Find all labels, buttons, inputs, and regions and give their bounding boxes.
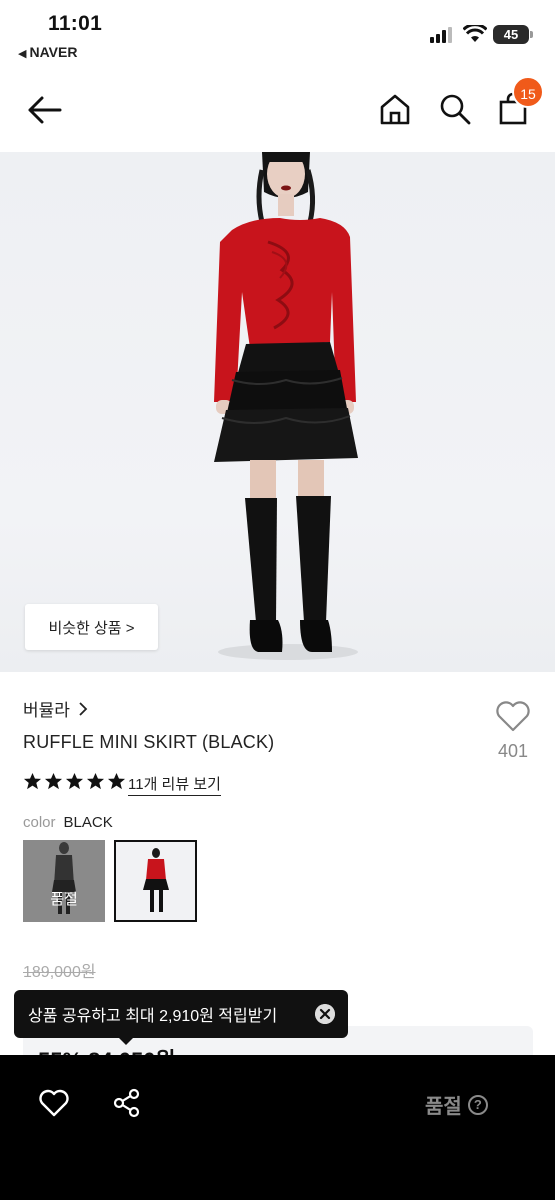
chevron-right-icon	[79, 701, 88, 716]
thumbnail-model	[143, 848, 169, 912]
close-icon[interactable]	[315, 1004, 335, 1024]
tooltip-text: 상품 공유하고 최대 2,910원 적립받기	[28, 1008, 278, 1025]
back-triangle-icon: ◀	[18, 48, 27, 60]
home-icon[interactable]	[378, 92, 412, 126]
wishlist-heart-icon[interactable]	[38, 1088, 70, 1118]
share-icon[interactable]	[112, 1088, 142, 1118]
search-icon[interactable]	[438, 92, 472, 126]
star-icon	[107, 772, 126, 790]
star-icon	[65, 772, 84, 790]
battery-indicator: 45	[493, 25, 533, 44]
product-hero-image[interactable]: 비슷한 상품 >	[0, 152, 555, 672]
soldout-buy-label: 품절	[425, 1096, 462, 1118]
color-thumbnail-soldout[interactable]: 품절	[23, 840, 105, 922]
similar-products-button[interactable]: 비슷한 상품 >	[25, 604, 158, 650]
cart-count-badge: 15	[512, 76, 544, 108]
product-name: RUFFLE MINI SKIRT (BLACK)	[23, 732, 275, 752]
soldout-buy-button[interactable]: 품절 ?	[425, 1090, 488, 1119]
rating-stars	[23, 772, 126, 791]
thumbnail-model	[23, 840, 105, 922]
status-time: 11:01	[48, 12, 103, 35]
back-arrow-icon[interactable]	[26, 92, 64, 128]
model-illustration	[214, 152, 358, 660]
brand-link[interactable]: 버뮬라	[23, 696, 88, 721]
bottom-action-bar	[0, 1055, 555, 1200]
wishlist-heart-icon[interactable]	[495, 700, 531, 732]
soldout-overlay-label: 품절	[50, 891, 78, 908]
color-row: color BLACK	[23, 814, 113, 831]
review-link[interactable]: 11개 리뷰 보기	[128, 773, 221, 796]
star-icon	[86, 772, 105, 790]
signal-icon	[430, 27, 452, 43]
back-to-app-link[interactable]: ◀ NAVER	[18, 44, 77, 60]
wifi-icon	[463, 25, 487, 42]
like-count: 401	[497, 741, 529, 761]
similar-products-label: 비슷한 상품 >	[48, 619, 135, 637]
color-label: color	[23, 814, 56, 831]
share-reward-tooltip: 상품 공유하고 최대 2,910원 적립받기	[14, 990, 348, 1038]
original-price: 189,000원	[23, 964, 96, 981]
star-icon	[23, 772, 42, 790]
product-page: 11:01 ◀ NAVER 45 15 비슷한 상품 > 버뮬라 RUFFLE …	[0, 0, 555, 1200]
help-icon[interactable]: ?	[467, 1094, 488, 1115]
color-value: BLACK	[63, 814, 113, 831]
status-bar: 11:01 ◀ NAVER 45	[0, 0, 555, 70]
back-app-label: NAVER	[29, 44, 78, 60]
tooltip-pointer	[117, 1036, 135, 1045]
brand-name: 버뮬라	[23, 701, 70, 720]
color-thumbnail-selected[interactable]	[114, 840, 197, 922]
star-icon	[44, 772, 63, 790]
